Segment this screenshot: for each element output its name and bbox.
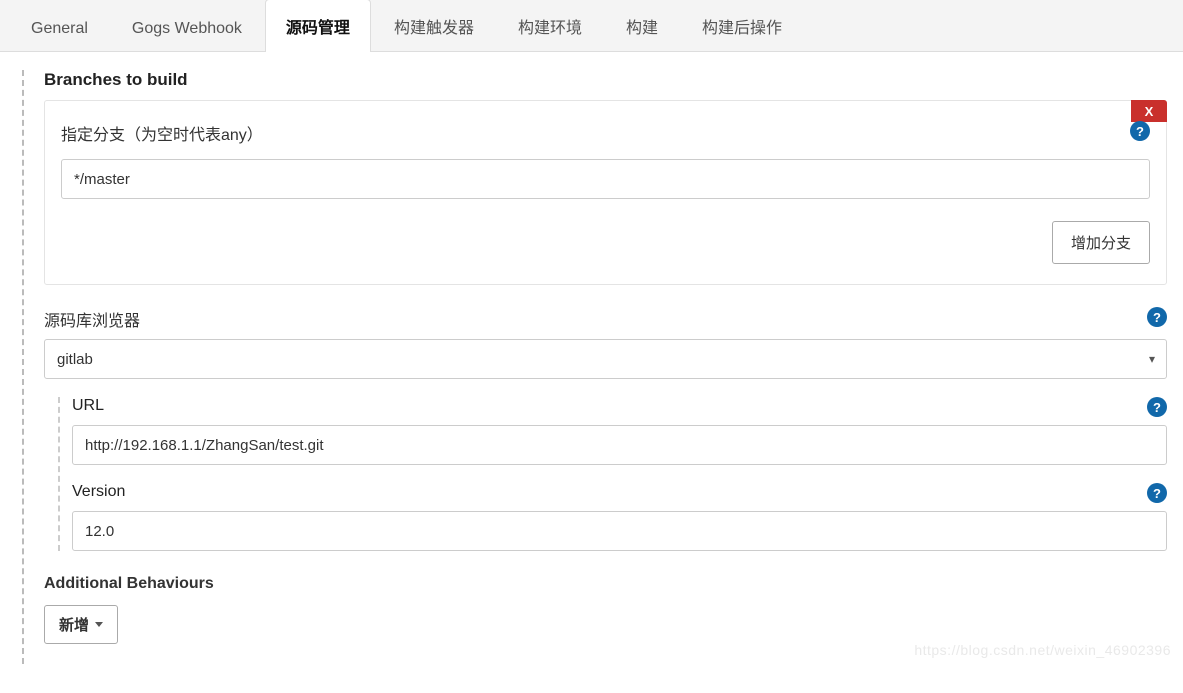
add-branch-button[interactable]: 增加分支 — [1052, 221, 1150, 264]
repo-browser-title: 源码库浏览器 — [44, 313, 140, 330]
repo-browser-select[interactable]: gitlab — [44, 339, 1167, 379]
branch-specifier-panel: X 指定分支（为空时代表any） 增加分支 — [44, 100, 1167, 285]
add-behaviour-button[interactable]: 新增 — [44, 605, 118, 644]
additional-behaviours-section: Additional Behaviours 新增 — [44, 575, 1167, 644]
repo-browser-fields: URL Version — [44, 397, 1167, 551]
add-behaviour-label: 新增 — [59, 614, 89, 635]
scm-body: Branches to build X 指定分支（为空时代表any） 增加分支 … — [0, 70, 1183, 664]
caret-down-icon — [95, 622, 103, 627]
section-guide-line — [22, 70, 24, 664]
tab-post-build[interactable]: 构建后操作 — [681, 0, 803, 52]
config-tabs: General Gogs Webhook 源码管理 构建触发器 构建环境 构建 … — [0, 0, 1183, 52]
tab-general[interactable]: General — [10, 5, 109, 52]
tab-build-env[interactable]: 构建环境 — [497, 0, 603, 52]
url-label: URL — [72, 397, 1167, 415]
repo-browser-url-input[interactable] — [72, 425, 1167, 465]
repo-browser-section: 源码库浏览器 gitlab ▾ URL Version — [44, 307, 1167, 551]
help-icon[interactable] — [1147, 397, 1167, 417]
tab-build[interactable]: 构建 — [605, 0, 679, 52]
tab-scm[interactable]: 源码管理 — [265, 0, 371, 52]
repo-browser-version-input[interactable] — [72, 511, 1167, 551]
tab-build-triggers[interactable]: 构建触发器 — [373, 0, 495, 52]
repo-browser-select-wrap: gitlab ▾ — [44, 339, 1167, 379]
close-icon: X — [1145, 104, 1154, 119]
watermark-text: https://blog.csdn.net/weixin_46902396 — [914, 642, 1171, 658]
help-icon[interactable] — [1130, 121, 1150, 141]
help-icon[interactable] — [1147, 307, 1167, 327]
help-icon[interactable] — [1147, 483, 1167, 503]
delete-branch-button[interactable]: X — [1131, 100, 1167, 122]
version-label: Version — [72, 483, 1167, 501]
branches-title: Branches to build — [44, 70, 1183, 90]
branch-specifier-input[interactable] — [61, 159, 1150, 199]
additional-behaviours-title: Additional Behaviours — [44, 575, 1167, 593]
branch-specifier-label: 指定分支（为空时代表any） — [61, 121, 1150, 145]
tab-gogs-webhook[interactable]: Gogs Webhook — [111, 5, 263, 52]
